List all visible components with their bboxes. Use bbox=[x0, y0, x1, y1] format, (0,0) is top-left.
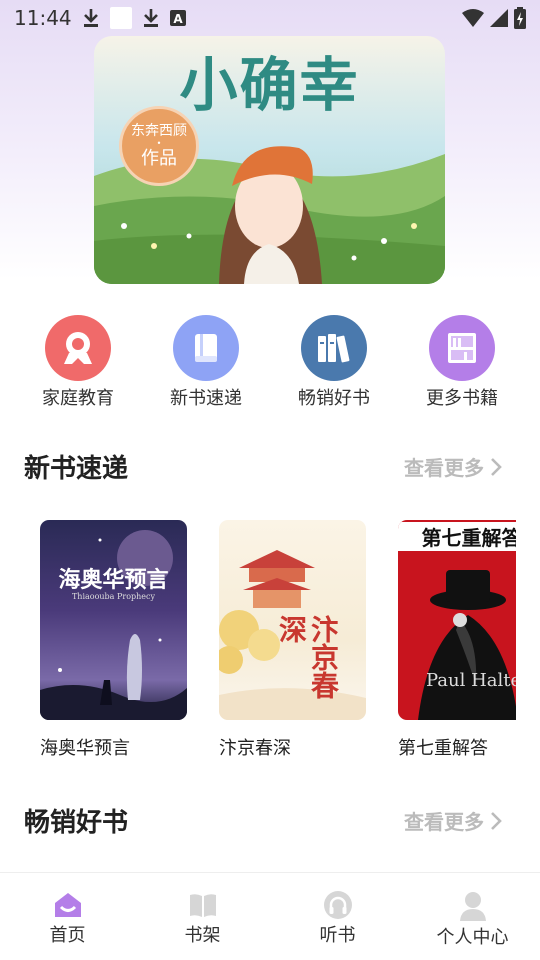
stamp-work: 作品 bbox=[141, 148, 177, 169]
notification-square-icon bbox=[109, 7, 132, 29]
chevron-right-icon bbox=[491, 457, 502, 476]
book-card[interactable]: 第七重解答 Paul Halter 第七重解答 bbox=[398, 520, 516, 760]
tab-label: 听书 bbox=[319, 925, 356, 946]
cover-title: 海奥华预言 bbox=[58, 567, 169, 593]
category-label: 畅销好书 bbox=[298, 388, 370, 409]
status-time: 11:44 bbox=[14, 6, 72, 30]
book-cover: 汴京春深 bbox=[219, 520, 366, 720]
category-family-education[interactable]: 家庭教育 bbox=[24, 315, 132, 410]
cover-art bbox=[40, 530, 187, 720]
category-shortcuts: 家庭教育 新书速递 畅销好书 更多书籍 bbox=[24, 315, 516, 410]
headphones-icon bbox=[323, 891, 352, 919]
tab-home[interactable]: 首页 bbox=[0, 873, 135, 960]
tab-label: 书架 bbox=[184, 925, 221, 946]
banner-carousel[interactable]: 小确幸 东奔西顾 • 作品 bbox=[94, 36, 445, 284]
download-icon bbox=[82, 8, 100, 28]
book-card[interactable]: 海奥华预言 Thiaoouba Prophecy 海奥华预言 bbox=[40, 520, 187, 760]
keyboard-a-icon: A bbox=[169, 10, 186, 26]
category-new-books[interactable]: 新书速递 bbox=[152, 315, 260, 410]
view-more-bestsellers[interactable]: 查看更多 bbox=[404, 806, 502, 835]
wifi-icon bbox=[462, 9, 484, 27]
view-more-new-books[interactable]: 查看更多 bbox=[404, 452, 502, 481]
cellular-signal-icon bbox=[490, 9, 508, 27]
award-icon bbox=[45, 315, 111, 381]
book-card[interactable]: 汴京春深 汴京春深 bbox=[219, 520, 366, 760]
category-label: 家庭教育 bbox=[42, 388, 114, 409]
section-title-bestsellers: 畅销好书 bbox=[24, 808, 129, 838]
cover-title: 汴京春深 bbox=[275, 615, 340, 699]
chevron-right-icon bbox=[491, 811, 502, 830]
svg-text:A: A bbox=[173, 12, 183, 26]
tab-label: 首页 bbox=[49, 925, 86, 946]
tab-bookshelf[interactable]: 书架 bbox=[135, 873, 270, 960]
home-icon bbox=[54, 893, 81, 917]
view-more-label: 查看更多 bbox=[404, 810, 484, 834]
cover-title: 第七重解答 bbox=[398, 522, 516, 551]
cover-subtitle: Paul Halter bbox=[426, 670, 516, 691]
tab-label: 个人中心 bbox=[436, 927, 509, 948]
battery-charging-icon bbox=[514, 7, 526, 29]
category-label: 新书速递 bbox=[170, 388, 242, 409]
stamp-dot: • bbox=[156, 139, 162, 148]
user-icon bbox=[459, 892, 486, 921]
category-more-books[interactable]: 更多书籍 bbox=[408, 315, 516, 410]
tab-listen[interactable]: 听书 bbox=[270, 873, 405, 960]
book-title: 汴京春深 bbox=[219, 738, 291, 759]
new-books-list: 海奥华预言 Thiaoouba Prophecy 海奥华预言 汴京春深 汴京春深 bbox=[40, 520, 516, 770]
cover-subtitle: Thiaoouba Prophecy bbox=[71, 592, 156, 601]
book-icon bbox=[173, 315, 239, 381]
view-more-label: 查看更多 bbox=[404, 456, 484, 480]
book-title: 海奥华预言 bbox=[40, 738, 130, 759]
bookshelf-icon bbox=[429, 315, 495, 381]
category-label: 更多书籍 bbox=[426, 388, 498, 409]
books-icon bbox=[301, 315, 367, 381]
category-bestsellers[interactable]: 畅销好书 bbox=[280, 315, 388, 410]
download-icon bbox=[142, 8, 160, 28]
section-title-new-books: 新书速递 bbox=[24, 454, 129, 484]
book-cover: 第七重解答 Paul Halter bbox=[398, 520, 516, 720]
book-cover: 海奥华预言 Thiaoouba Prophecy bbox=[40, 520, 187, 720]
tab-profile[interactable]: 个人中心 bbox=[405, 873, 540, 960]
book-title: 第七重解答 bbox=[398, 738, 488, 759]
stamp-author: 东奔西顾 bbox=[131, 123, 187, 139]
status-bar: 11:44 A bbox=[0, 0, 540, 36]
banner-author-stamp: 东奔西顾 • 作品 bbox=[119, 106, 199, 186]
bottom-tab-bar: 首页 书架 听书 个人中心 bbox=[0, 872, 540, 960]
open-book-icon bbox=[189, 894, 216, 917]
